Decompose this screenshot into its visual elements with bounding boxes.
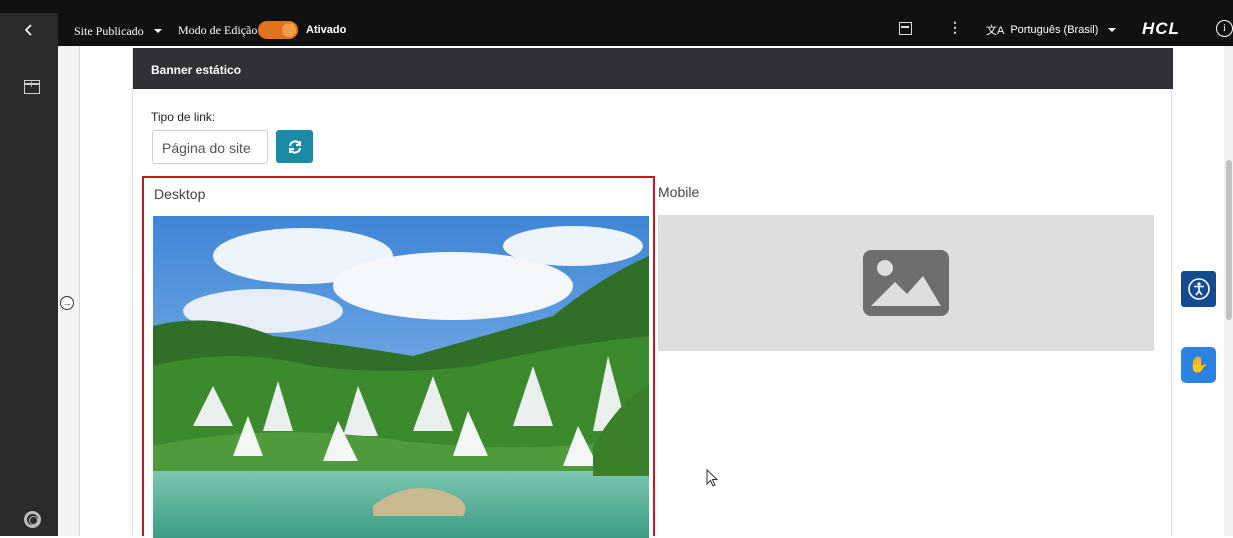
mobile-image-placeholder[interactable] xyxy=(658,215,1154,351)
add-panel-icon[interactable] xyxy=(24,79,40,94)
translate-icon: 文A xyxy=(986,25,1005,37)
refresh-icon xyxy=(288,139,301,154)
static-banner-card: Banner estático Tipo de link: Página do … xyxy=(132,48,1173,538)
sign-language-icon: ✋ xyxy=(1188,357,1209,374)
card-title: Banner estático xyxy=(133,48,1173,89)
side-gutter xyxy=(58,46,80,536)
info-icon[interactable]: i xyxy=(1216,20,1233,37)
image-placeholder-icon xyxy=(863,250,949,316)
desktop-image-section[interactable]: Desktop xyxy=(142,176,655,538)
site-status-label: Site Publicado xyxy=(74,23,144,38)
site-status-dropdown[interactable]: Site Publicado xyxy=(74,23,162,39)
mouse-cursor-icon xyxy=(706,469,719,487)
link-type-label: Tipo de link: xyxy=(151,110,216,124)
panel-icon[interactable] xyxy=(899,22,912,35)
edit-mode-toggle[interactable] xyxy=(258,21,298,39)
expand-arrow-icon[interactable]: → xyxy=(60,296,74,310)
chevron-left-icon xyxy=(24,23,32,36)
waterfall-landscape-image xyxy=(153,216,649,538)
top-toolbar: Site Publicado Modo de Edição: Ativado ⋮… xyxy=(0,0,1233,46)
accessibility-icon xyxy=(1187,278,1210,300)
left-rail xyxy=(0,46,58,536)
accessibility-button[interactable] xyxy=(1181,271,1216,307)
refresh-button[interactable] xyxy=(276,130,313,163)
caret-down-icon xyxy=(1108,28,1117,32)
hcl-logo: HCL xyxy=(1142,19,1180,38)
mobile-label: Mobile xyxy=(658,184,700,200)
desktop-label: Desktop xyxy=(154,186,206,202)
edit-mode-state: Ativado xyxy=(306,24,347,36)
lifebuoy-icon[interactable] xyxy=(24,511,41,528)
edit-mode-label: Modo de Edição: xyxy=(178,23,261,37)
caret-down-icon xyxy=(153,29,162,33)
desktop-banner-image[interactable] xyxy=(153,216,649,538)
language-dropdown[interactable]: 文A Português (Brasil) xyxy=(986,22,1117,38)
more-options-icon[interactable]: ⋮ xyxy=(948,20,962,34)
scrollbar-thumb[interactable] xyxy=(1226,160,1232,320)
link-type-field[interactable]: Página do site xyxy=(152,130,268,164)
sign-language-button[interactable]: ✋ xyxy=(1181,347,1216,383)
toggle-knob xyxy=(282,23,296,37)
back-button[interactable] xyxy=(0,13,58,46)
language-label: Português (Brasil) xyxy=(1010,24,1099,36)
